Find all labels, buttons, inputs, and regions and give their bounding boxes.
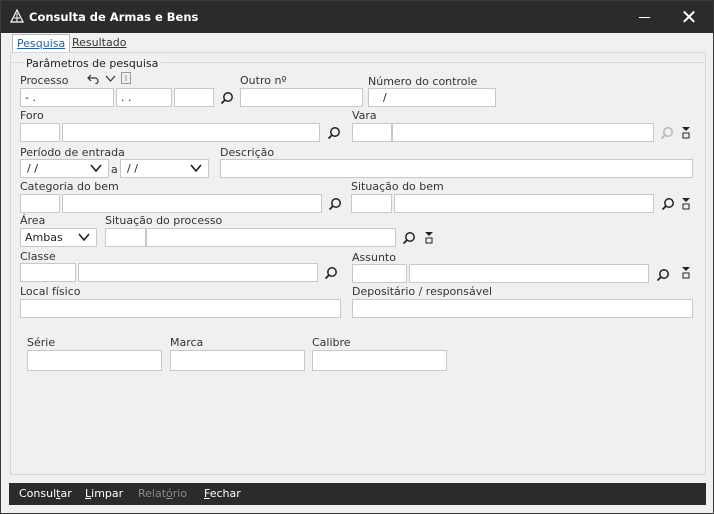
foro-name-field[interactable] [62,123,320,142]
relatorio-label-a: Relat [138,487,167,500]
limpar-label-b: impar [91,487,124,500]
search-icon[interactable] [656,268,670,282]
assunto-code-field[interactable] [352,264,407,283]
search-icon[interactable] [327,126,341,140]
search-icon[interactable] [661,197,675,211]
consultar-label-b: ar [60,487,72,500]
close-button[interactable]: ✕ [669,1,709,33]
fechar-label-b: echar [209,487,241,500]
search-icon[interactable] [324,266,338,280]
categoria-name-field[interactable] [62,194,322,213]
depositario-field[interactable] [352,299,693,318]
categoria-bem-label: Categoria do bem [20,180,119,193]
chevron-down-icon [190,164,202,173]
classe-code-field[interactable] [20,263,76,282]
consultar-button[interactable]: Consultar [19,487,72,500]
action-bar: Consultar Limpar Relatório Fechar [9,483,706,505]
serie-field[interactable] [27,350,162,371]
relatorio-button: Relatório [138,487,187,500]
title-bar: Consulta de Armas e Bens ✕ [1,1,713,33]
foro-label: Foro [20,109,44,122]
tab-resultado-label: Resultado [72,36,127,49]
app-logo-icon [10,9,24,23]
area-select[interactable]: Ambas [20,228,97,247]
close-icon: ✕ [680,5,698,29]
calibre-label: Calibre [312,336,351,349]
periodo-entrada-label: Período de entrada [20,146,125,159]
foro-code-field[interactable] [20,123,60,142]
vara-name-field[interactable] [392,123,654,142]
calibre-field[interactable] [312,350,447,371]
dropdown-list-icon[interactable] [424,231,434,244]
search-icon[interactable] [328,197,342,211]
dropdown-list-icon[interactable] [681,126,691,139]
relatorio-label-b: rio [172,487,188,500]
local-fisico-field[interactable] [20,299,341,318]
search-icon [660,127,673,140]
assunto-label: Assunto [352,251,396,264]
outro-numero-field[interactable] [240,88,363,107]
outro-numero-label: Outro nº [240,74,287,87]
marca-label: Marca [170,336,204,349]
chevron-down-icon[interactable] [105,74,116,83]
group-title: Parâmetros de pesquisa [23,57,162,70]
processo-label: Processo [20,74,69,87]
depositario-label: Depositário / responsável [352,285,493,298]
consulta-window: Consulta de Armas e Bens ✕ Pesquisa Resu… [0,0,714,514]
situacao-processo-code-field[interactable] [105,228,146,247]
classe-name-field[interactable] [78,263,318,282]
periodo-separator: a [111,163,118,176]
info-icon [121,72,131,84]
tab-resultado[interactable]: Resultado [68,34,130,52]
undo-icon[interactable] [87,72,99,84]
dropdown-list-icon[interactable] [681,266,691,279]
situacao-bem-label: Situação do bem [351,180,444,193]
classe-label: Classe [20,250,56,263]
local-fisico-label: Local físico [20,285,81,298]
consultar-label-a: Consul [19,487,57,500]
area-label: Área [20,214,46,227]
processo-field-1[interactable]: - . [20,88,114,107]
descricao-field[interactable] [220,159,693,178]
marca-field[interactable] [170,350,305,371]
numero-controle-label: Número do controle [368,75,478,88]
fechar-button[interactable]: Fechar [204,487,241,500]
window-title: Consulta de Armas e Bens [29,10,199,24]
descricao-label: Descrição [220,146,275,159]
situacao-processo-name-field[interactable] [146,228,396,247]
situacao-processo-label: Situação do processo [105,214,223,227]
dropdown-list-icon[interactable] [681,197,691,210]
vara-label: Vara [352,109,377,122]
search-icon[interactable] [402,231,416,245]
periodo-fim-value: / / [127,162,138,175]
vara-code-field[interactable] [352,123,392,142]
serie-label: Série [27,336,56,349]
periodo-fim-select[interactable]: / / [120,159,209,178]
limpar-button[interactable]: Limpar [85,487,123,500]
relatorio-label-u: ó [166,487,173,500]
chevron-down-icon [90,164,102,173]
search-icon[interactable] [220,91,234,105]
periodo-inicio-value: / / [27,162,38,175]
minimize-button[interactable] [625,1,665,33]
chevron-down-icon [78,233,90,242]
tab-pesquisa[interactable]: Pesquisa [12,34,71,53]
processo-field-3[interactable] [174,88,214,107]
situacao-bem-code-field[interactable] [351,194,392,213]
assunto-name-field[interactable] [409,264,649,283]
periodo-inicio-select[interactable]: / / [20,159,109,178]
area-value: Ambas [25,231,63,244]
situacao-bem-name-field[interactable] [394,194,654,213]
processo-field-2[interactable]: . . [116,88,172,107]
numero-controle-field[interactable]: / [368,88,496,107]
categoria-code-field[interactable] [20,194,60,213]
